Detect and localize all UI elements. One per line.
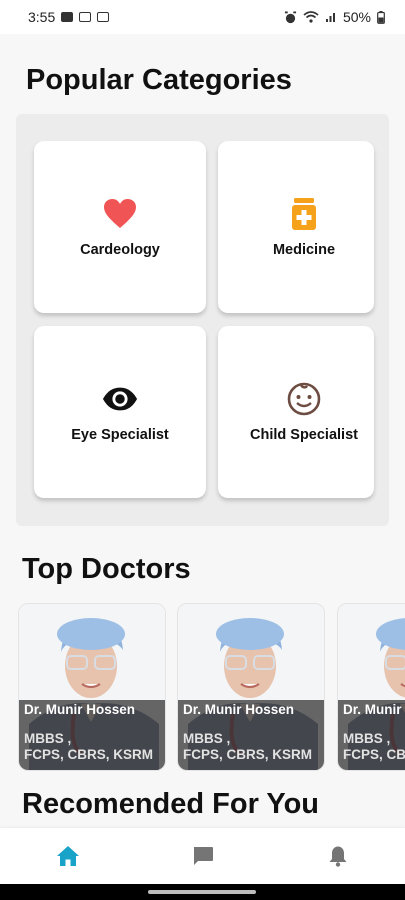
system-navigation-bar [0, 884, 405, 900]
chat-icon [193, 847, 213, 865]
bell-icon [329, 846, 346, 867]
category-label: Cardeology [80, 242, 160, 258]
doctor-info: Dr. Munir Hossen MBBS , FCPS, CBRS, KSRM [338, 700, 405, 770]
status-time: 3:55 [28, 9, 56, 25]
section-title-recommended: Recomended For You [22, 788, 320, 820]
battery-icon [377, 10, 385, 24]
category-card-child-specialist[interactable]: Child Specialist [218, 326, 374, 498]
home-icon [56, 846, 79, 866]
doctor-info: Dr. Munir Hossen MBBS , FCPS, CBRS, KSRM [178, 700, 324, 770]
nav-notifications-button[interactable] [318, 836, 358, 876]
notification-icon [97, 12, 110, 22]
nav-messages-button[interactable] [183, 836, 223, 876]
doctor-card[interactable]: Dr. Munir Hossen MBBS , FCPS, CBRS, KSRM [177, 603, 325, 771]
signal-icon [325, 13, 335, 22]
nav-home-button[interactable] [48, 836, 88, 876]
gesture-handle[interactable] [148, 890, 256, 894]
doctor-degrees: MBBS , FCPS, CBRS, KSRM [183, 731, 313, 762]
child-face-icon [286, 381, 322, 417]
alarm-icon [284, 10, 297, 23]
heart-icon [102, 196, 138, 232]
bottom-navigation [0, 828, 405, 884]
doctor-name: Dr. Munir Hossen [183, 702, 295, 717]
status-bar-right: 50% [284, 9, 385, 25]
battery-percent: 50% [342, 9, 371, 25]
status-bar: 3:55 50% [0, 0, 405, 34]
category-card-cardiology[interactable]: Cardeology [34, 141, 206, 313]
categories-grid: Cardeology Medicine Eye Specialist Child… [16, 114, 389, 526]
status-bar-left: 3:55 [28, 9, 110, 25]
wifi-icon [303, 11, 319, 23]
category-label: Medicine [272, 242, 336, 258]
section-title-top-doctors: Top Doctors [22, 553, 191, 585]
doctors-carousel[interactable]: Dr. Munir Hossen MBBS , FCPS, CBRS, KSRM… [0, 603, 405, 771]
category-label: Child Specialist [250, 427, 358, 443]
notification-icon [79, 12, 92, 22]
doctor-card[interactable]: Dr. Munir Hossen MBBS , FCPS, CBRS, KSRM [337, 603, 405, 771]
image-icon [61, 12, 74, 22]
eye-icon [102, 381, 138, 417]
doctor-card[interactable]: Dr. Munir Hossen MBBS , FCPS, CBRS, KSRM [18, 603, 166, 771]
category-card-medicine[interactable]: Medicine [218, 141, 374, 313]
doctor-degrees: MBBS , FCPS, CBRS, KSRM [343, 731, 405, 762]
doctor-name: Dr. Munir Hossen [24, 702, 136, 717]
medicine-bottle-icon [286, 196, 322, 232]
category-card-eye-specialist[interactable]: Eye Specialist [34, 326, 206, 498]
category-label: Eye Specialist [71, 427, 169, 443]
section-title-popular-categories: Popular Categories [26, 64, 292, 96]
doctor-name: Dr. Munir Hossen [343, 702, 405, 717]
doctor-degrees: MBBS , FCPS, CBRS, KSRM [24, 731, 154, 762]
doctor-info: Dr. Munir Hossen MBBS , FCPS, CBRS, KSRM [19, 700, 165, 770]
